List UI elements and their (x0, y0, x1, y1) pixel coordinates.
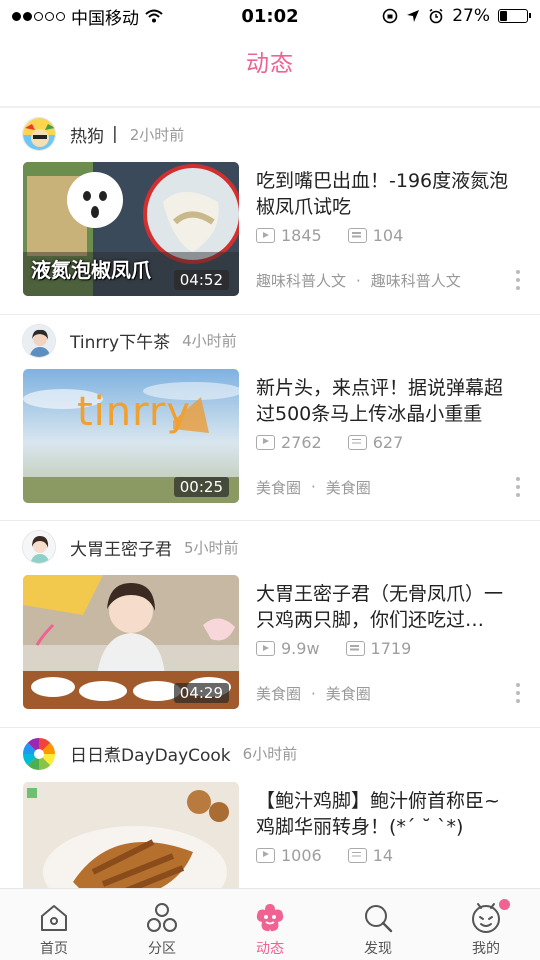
play-count: 1006 (281, 845, 322, 865)
category-tag[interactable]: 美食圈 (256, 683, 301, 704)
dynamic-icon (256, 904, 284, 932)
avatar[interactable] (22, 737, 56, 771)
post-time: 2小时前 (129, 125, 185, 144)
more-options-icon[interactable] (516, 683, 520, 703)
author-name[interactable]: 热狗 (70, 122, 104, 147)
danmaku-icon (347, 847, 367, 863)
video-stats: 2762 627 (256, 433, 403, 452)
tag-separator: · (311, 684, 316, 703)
signal-icon (12, 11, 65, 21)
tab-home[interactable]: 首页 (0, 889, 108, 960)
feed-card[interactable]: 大胃王密子君 5小时前 04:29 大胃王密子君（无骨凤爪）一只鸡两只脚，你们还… (0, 521, 540, 728)
danmaku-icon (345, 641, 365, 656)
author-name[interactable]: 日日煮DayDayCook (70, 741, 231, 766)
video-thumbnail[interactable]: 液氮泡椒凤爪 04:52 (23, 162, 239, 296)
video-duration: 04:52 (173, 270, 229, 290)
video-title[interactable]: 大胃王密子君（无骨凤爪）一只鸡两只脚，你们还吃过… (256, 581, 518, 633)
battery-percent: 27% (452, 6, 490, 26)
play-count: 1845 (281, 226, 322, 245)
nav-bar: 动态 (0, 32, 540, 90)
tab-label: 首页 (40, 941, 68, 957)
category-tag[interactable]: 趣味科普人文 (256, 270, 346, 291)
status-bar: 中国移动 01:02 27% (0, 0, 540, 32)
thumbnail-caption: tinrry (77, 388, 192, 435)
play-count-icon (256, 641, 275, 656)
category-tags: 美食圈 · 美食圈 (256, 477, 371, 498)
video-title[interactable]: 【鲍汁鸡脚】鲍汁俯首称臣~鸡脚华丽转身！(*´ ˘ `*) (256, 788, 518, 840)
danmaku-icon (347, 228, 367, 243)
post-time: 4小时前 (182, 332, 237, 350)
author-divider: | (112, 124, 118, 144)
wifi-icon (145, 9, 163, 23)
tab-label: 发现 (364, 941, 392, 957)
more-options-icon[interactable] (516, 476, 520, 497)
card-header[interactable]: 热狗 | 2小时前 (22, 117, 184, 151)
danmaku-count: 1719 (370, 639, 412, 658)
page-title: 动态 (246, 51, 294, 77)
card-header[interactable]: 日日煮DayDayCook 6小时前 (22, 737, 297, 771)
search-icon (365, 905, 393, 933)
video-title[interactable]: 吃到嘴巴出血！-196度液氮泡椒凤爪试吃 (256, 168, 518, 220)
tag-separator: · (311, 478, 316, 496)
category-tags: 趣味科普人文 · 趣味科普人文 (256, 270, 461, 291)
video-stats: 1845 104 (256, 226, 403, 245)
subcategory-tag[interactable]: 美食圈 (326, 477, 371, 498)
feed-card[interactable]: 热狗 | 2小时前 液氮泡椒凤爪 04:52 吃到嘴巴出血！-196度液氮泡椒凤… (0, 108, 540, 315)
thumbnail-caption: 液氮泡椒凤爪 (31, 258, 151, 282)
video-stats: 1006 14 (256, 846, 393, 865)
tab-discover[interactable]: 发现 (324, 889, 432, 960)
tab-label: 我的 (472, 941, 500, 957)
avatar[interactable] (22, 117, 56, 151)
author-name[interactable]: Tinrry下午茶 (70, 328, 170, 353)
post-time: 5小时前 (184, 538, 239, 557)
category-tags: 美食圈 · 美食圈 (256, 683, 371, 704)
tab-profile[interactable]: 我的 (432, 889, 540, 960)
location-icon (407, 10, 420, 22)
danmaku-count: 14 (372, 845, 394, 865)
subcategory-tag[interactable]: 趣味科普人文 (371, 270, 461, 291)
category-icon (147, 903, 177, 932)
category-tag[interactable]: 美食圈 (256, 477, 301, 498)
tab-bar: 首页 分区 动态 发现 我的 (0, 888, 540, 960)
more-options-icon[interactable] (516, 270, 520, 290)
avatar[interactable] (22, 530, 56, 564)
play-count-icon (256, 847, 275, 863)
profile-icon (472, 903, 500, 933)
carrier-label: 中国移动 (71, 8, 139, 29)
tab-label: 动态 (256, 941, 284, 957)
play-count: 2762 (281, 432, 322, 452)
tag-separator: · (356, 271, 361, 290)
avatar[interactable] (22, 323, 56, 358)
feed-list[interactable]: 热狗 | 2小时前 液氮泡椒凤爪 04:52 吃到嘴巴出血！-196度液氮泡椒凤… (0, 108, 540, 888)
video-thumbnail[interactable] (23, 781, 239, 888)
video-thumbnail[interactable]: 04:29 (23, 575, 239, 709)
play-count-icon (256, 434, 275, 450)
battery-icon (498, 9, 531, 23)
play-count: 9.9w (281, 639, 320, 658)
danmaku-icon (347, 434, 367, 450)
subcategory-tag[interactable]: 美食圈 (326, 683, 371, 704)
clock: 01:02 (241, 5, 299, 27)
card-header[interactable]: 大胃王密子君 5小时前 (22, 530, 239, 564)
danmaku-count: 104 (372, 226, 404, 245)
tab-category[interactable]: 分区 (108, 889, 216, 960)
tab-dynamic[interactable]: 动态 (216, 889, 324, 960)
video-thumbnail[interactable]: tinrry 00:25 (23, 368, 239, 503)
danmaku-count: 627 (372, 432, 404, 452)
video-duration: 04:29 (173, 683, 229, 703)
card-header[interactable]: Tinrry下午茶 4小时前 (22, 323, 237, 358)
play-count-icon (256, 228, 275, 243)
video-duration: 00:25 (173, 476, 229, 497)
post-time: 6小时前 (242, 745, 298, 763)
tab-label: 分区 (148, 941, 176, 957)
notification-badge (499, 899, 510, 910)
alarm-icon (429, 8, 443, 24)
home-icon (41, 905, 67, 931)
feed-card[interactable]: Tinrry下午茶 4小时前 tinrry 00:25 新片头，来点评！据说弹幕… (0, 315, 540, 521)
feed-card[interactable]: 日日煮DayDayCook 6小时前 【鲍汁鸡脚】鲍汁俯首称臣~鸡脚华丽转身！(… (0, 728, 540, 888)
video-title[interactable]: 新片头，来点评！据说弹幕超过500条马上传冰晶小重重 (256, 375, 518, 427)
author-name[interactable]: 大胃王密子君 (70, 535, 172, 560)
rotation-lock-icon (382, 8, 398, 24)
video-stats: 9.9w 1719 (256, 639, 411, 658)
